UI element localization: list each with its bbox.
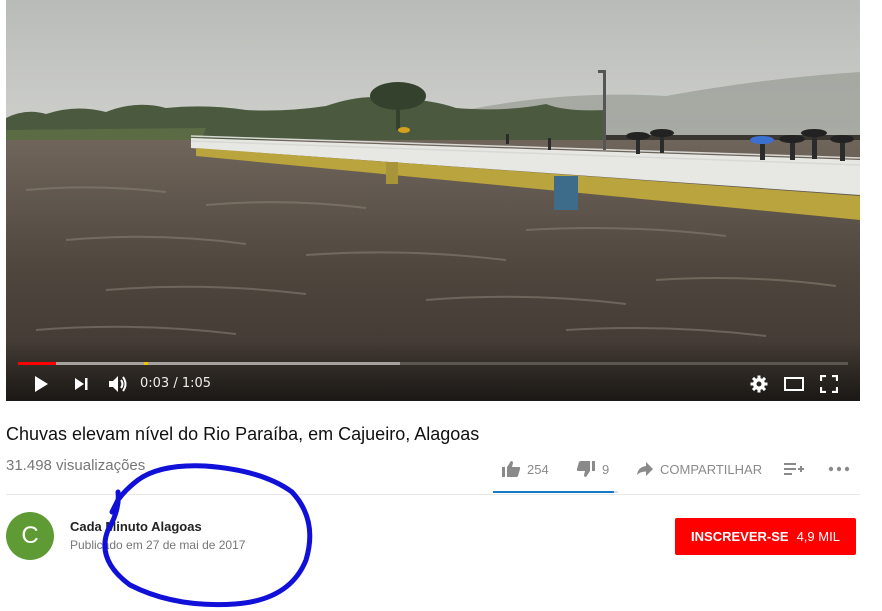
duration: 1:05 bbox=[181, 376, 212, 391]
volume-icon bbox=[109, 376, 127, 392]
like-dislike-ratio-bar bbox=[493, 491, 618, 493]
video-title: Chuvas elevam nível do Rio Paraíba, em C… bbox=[6, 424, 480, 444]
share-button[interactable]: COMPARTILHAR bbox=[636, 456, 762, 482]
subscribe-button[interactable]: INSCREVER-SE 4,9 MIL bbox=[675, 518, 856, 555]
publish-date: Publicado em 27 de mai de 2017 bbox=[70, 538, 246, 552]
more-horizontal-icon bbox=[828, 466, 850, 472]
channel-avatar[interactable]: C bbox=[6, 512, 54, 560]
theater-mode-button[interactable] bbox=[781, 371, 807, 397]
progress-bar[interactable] bbox=[18, 362, 848, 365]
action-bar: 254 9 COMPARTILHAR bbox=[0, 456, 882, 486]
channel-name[interactable]: Cada Minuto Alagoas bbox=[70, 519, 202, 534]
theater-mode-icon bbox=[784, 377, 804, 391]
progress-buffered bbox=[18, 362, 400, 365]
progress-played bbox=[18, 362, 57, 365]
mute-button[interactable] bbox=[104, 371, 132, 397]
controls-gradient bbox=[6, 341, 860, 401]
settings-gear-icon bbox=[750, 375, 768, 393]
dislike-button[interactable]: 9 bbox=[576, 456, 609, 482]
progress-ad-marker bbox=[144, 362, 148, 365]
subscriber-count: 4,9 MIL bbox=[796, 529, 840, 544]
share-label: COMPARTILHAR bbox=[660, 461, 763, 477]
next-button[interactable] bbox=[68, 371, 94, 397]
more-actions-button[interactable] bbox=[828, 456, 856, 482]
fullscreen-button[interactable] bbox=[816, 371, 842, 397]
add-to-playlist-button[interactable] bbox=[784, 456, 810, 482]
settings-button[interactable] bbox=[746, 371, 772, 397]
subscribe-label: INSCREVER-SE bbox=[691, 529, 789, 544]
thumbs-up-icon bbox=[502, 461, 521, 477]
time-display: 0:03 / 1:05 bbox=[140, 376, 211, 391]
next-icon bbox=[75, 378, 88, 390]
play-button[interactable] bbox=[28, 371, 54, 397]
section-divider bbox=[6, 494, 860, 495]
like-ratio-fill bbox=[493, 491, 614, 493]
video-player[interactable]: 0:03 / 1:05 bbox=[6, 0, 860, 401]
add-to-playlist-icon bbox=[784, 463, 804, 475]
like-count: 254 bbox=[527, 461, 549, 477]
current-time: 0:03 bbox=[140, 376, 170, 391]
play-icon bbox=[35, 376, 48, 392]
dislike-count: 9 bbox=[602, 461, 610, 477]
thumbs-down-icon bbox=[576, 461, 595, 477]
time-separator: / bbox=[169, 376, 182, 391]
like-button[interactable]: 254 bbox=[501, 456, 549, 482]
share-arrow-icon bbox=[637, 462, 653, 476]
fullscreen-icon bbox=[820, 375, 838, 393]
